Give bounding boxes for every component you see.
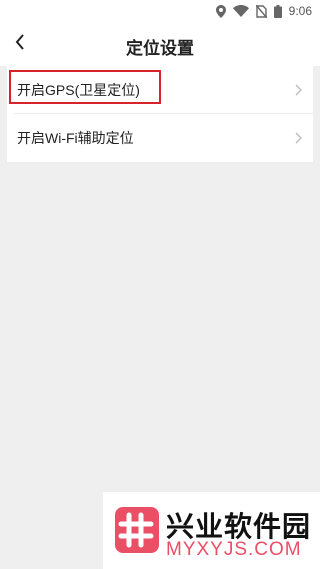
chevron-right-icon	[293, 83, 303, 96]
watermark-domain: MYXYJS.COM	[166, 539, 302, 560]
location-icon	[215, 4, 226, 18]
watermark: 兴业软件园 MYXYJS.COM	[103, 492, 320, 569]
highlight-box	[9, 70, 161, 104]
wifi-icon	[232, 5, 249, 17]
status-bar: 9:06	[0, 0, 320, 22]
chevron-right-icon	[293, 131, 303, 144]
setting-row-wifi[interactable]: 开启Wi-Fi辅助定位	[7, 114, 313, 161]
battery-icon	[273, 4, 282, 18]
status-time: 9:06	[288, 4, 312, 18]
no-sim-icon	[255, 4, 267, 18]
top-app-bar: 定位设置	[0, 22, 320, 66]
status-icons: 9:06	[215, 3, 312, 19]
page-title: 定位设置	[126, 39, 194, 58]
hash-logo-icon	[115, 507, 159, 553]
setting-label-wifi: 开启Wi-Fi辅助定位	[17, 129, 134, 146]
